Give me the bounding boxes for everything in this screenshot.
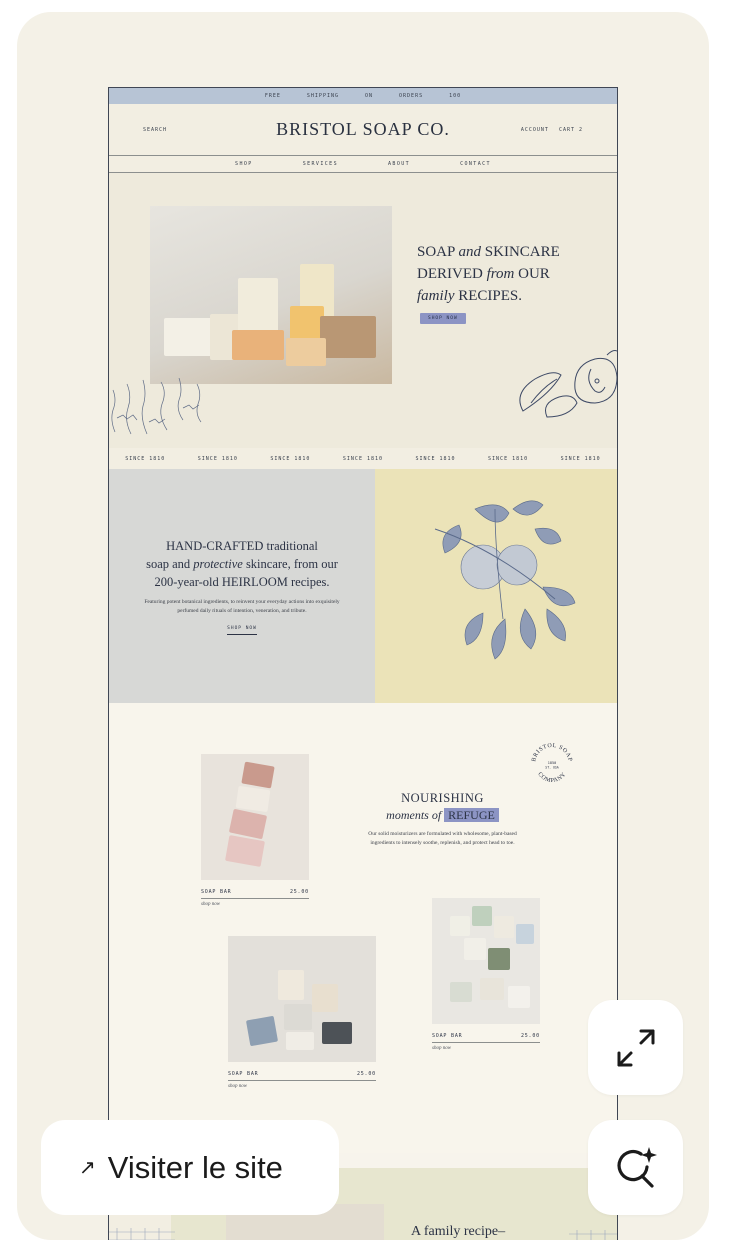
hero-text: SKINCARE bbox=[481, 244, 560, 260]
hero-shop-now-button[interactable]: SHOP NOW bbox=[420, 313, 466, 324]
grid-decoration bbox=[109, 1228, 175, 1240]
announcement-word: ON bbox=[365, 93, 374, 99]
stamp-bottom-text: COMPANY bbox=[536, 771, 567, 784]
since-label: SINCE 1810 bbox=[342, 455, 384, 462]
since-label: SINCE 1810 bbox=[197, 455, 238, 462]
grid-decoration bbox=[569, 1230, 617, 1240]
since-label: SINCE 1810 bbox=[125, 455, 166, 462]
botanical-illustration-panel bbox=[375, 469, 617, 703]
product-price: 25.00 bbox=[356, 1071, 376, 1077]
product-price: 25.00 bbox=[520, 1033, 540, 1039]
hero-section: SOAP and SKINCARE DERIVED from OUR famil… bbox=[109, 173, 617, 448]
heirloom-text-italic: protective bbox=[193, 557, 243, 571]
fruit-line-drawing bbox=[519, 350, 617, 418]
hero-text: DERIVED bbox=[417, 266, 487, 282]
expand-icon bbox=[617, 1029, 654, 1066]
product-shop-now-link[interactable]: shop now bbox=[432, 1046, 451, 1051]
nav-item-contact[interactable]: CONTACT bbox=[460, 161, 491, 167]
heirloom-text-panel: HAND-CRAFTED traditional soap and protec… bbox=[109, 469, 375, 703]
since-label: SINCE 1810 bbox=[270, 455, 311, 462]
visit-site-button[interactable]: ↗ Visiter le site bbox=[41, 1120, 339, 1215]
heirloom-line: HAND-CRAFTED traditional bbox=[166, 539, 318, 553]
hero-text-italic: and bbox=[458, 244, 482, 260]
hero-text: RECIPES. bbox=[454, 288, 523, 304]
arrow-up-right-icon: ↗ bbox=[79, 1157, 96, 1179]
nav-item-about[interactable]: ABOUT bbox=[388, 161, 410, 167]
nourishing-subtitle: moments of bbox=[386, 808, 442, 822]
product-meta: SOAP BAR 25.00 bbox=[432, 1033, 540, 1043]
announcement-word: FREE bbox=[264, 93, 281, 99]
hero-text: OUR bbox=[514, 266, 550, 282]
product-name: SOAP BAR bbox=[228, 1071, 259, 1077]
heirloom-text: soap and bbox=[146, 557, 194, 571]
announcement-word: 100 bbox=[449, 93, 462, 99]
company-stamp-logo: BRISTOL SOAP COMPANY 1850 ST. USA bbox=[531, 743, 573, 784]
nav-item-shop[interactable]: SHOP bbox=[235, 161, 253, 167]
stamp-year: 1850 bbox=[548, 761, 556, 765]
product-image[interactable] bbox=[432, 898, 540, 1024]
hero-text-italic: from bbox=[486, 266, 515, 282]
heirloom-description: Featuring potent botanical ingredients, … bbox=[144, 599, 340, 614]
svg-text:BRISTOL SOAP: BRISTOL SOAP bbox=[531, 743, 573, 763]
site-nav: SHOP SERVICES ABOUT CONTACT bbox=[109, 156, 617, 173]
heirloom-text: skincare, from our bbox=[242, 557, 338, 571]
lemon-branch-illustration bbox=[434, 500, 576, 660]
nourishing-title: NOURISHING bbox=[401, 791, 484, 805]
hero-headline: SOAP and SKINCARE DERIVED from OUR famil… bbox=[417, 241, 597, 307]
announcement-word: ORDERS bbox=[399, 93, 424, 99]
product-image[interactable] bbox=[201, 754, 309, 880]
stamp-top-text: BRISTOL SOAP bbox=[531, 743, 572, 763]
site-logo[interactable]: BRISTOL SOAP CO. bbox=[109, 119, 617, 140]
site-header: SEARCH BRISTOL SOAP CO. ACCOUNT CART 2 bbox=[109, 104, 617, 156]
product-image[interactable] bbox=[228, 936, 376, 1062]
stamp-place: ST. USA bbox=[545, 766, 559, 770]
product-price: 25.00 bbox=[289, 889, 309, 895]
svg-text:COMPANY: COMPANY bbox=[536, 771, 567, 784]
nourishing-block: NOURISHING moments of REFUGE Our solid m… bbox=[365, 791, 520, 848]
product-meta: SOAP BAR 25.00 bbox=[201, 889, 309, 899]
since-label: SINCE 1810 bbox=[488, 455, 529, 462]
family-recipe-headline: A family recipe– an heirloom bbox=[411, 1222, 505, 1240]
handwriting-decoration bbox=[111, 378, 202, 435]
hero-text: SOAP bbox=[417, 244, 459, 260]
nav-item-services[interactable]: SERVICES bbox=[303, 161, 338, 167]
product-meta: SOAP BAR 25.00 bbox=[228, 1071, 376, 1081]
nourishing-highlight: REFUGE bbox=[444, 808, 499, 822]
fullscreen-button[interactable] bbox=[588, 1000, 683, 1095]
heirloom-section: HAND-CRAFTED traditional soap and protec… bbox=[109, 469, 617, 703]
visit-site-label: Visiter le site bbox=[107, 1149, 283, 1185]
heirloom-shop-now-link[interactable]: SHOP NOW bbox=[227, 626, 257, 635]
since-strip: SINCE 1810 SINCE 1810 SINCE 1810 SINCE 1… bbox=[109, 448, 617, 469]
family-recipe-line: A family recipe– bbox=[411, 1224, 506, 1239]
product-name: SOAP BAR bbox=[432, 1033, 463, 1039]
nourishing-description: Our solid moisturizers are formulated wi… bbox=[368, 831, 517, 846]
heirloom-line: 200-year-old HEIRLOOM recipes. bbox=[154, 575, 330, 589]
hero-text-italic: family bbox=[417, 288, 455, 304]
product-name: SOAP BAR bbox=[201, 889, 232, 895]
announcement-bar: FREE SHIPPING ON ORDERS 100 bbox=[109, 88, 617, 104]
since-label: SINCE 1810 bbox=[415, 455, 456, 462]
products-section: BRISTOL SOAP COMPANY 1850 ST. USA SOAP B… bbox=[109, 703, 617, 1153]
since-label: SINCE 1810 bbox=[560, 455, 601, 462]
search-sparkle-icon bbox=[616, 1146, 657, 1188]
product-shop-now-link[interactable]: shop now bbox=[228, 1084, 247, 1089]
visual-search-button[interactable] bbox=[588, 1120, 683, 1215]
announcement-word: SHIPPING bbox=[306, 93, 339, 99]
hero-soap-photo bbox=[150, 206, 392, 384]
website-preview[interactable]: FREE SHIPPING ON ORDERS 100 SEARCH BRIST… bbox=[108, 87, 618, 1240]
product-shop-now-link[interactable]: shop now bbox=[201, 902, 220, 907]
